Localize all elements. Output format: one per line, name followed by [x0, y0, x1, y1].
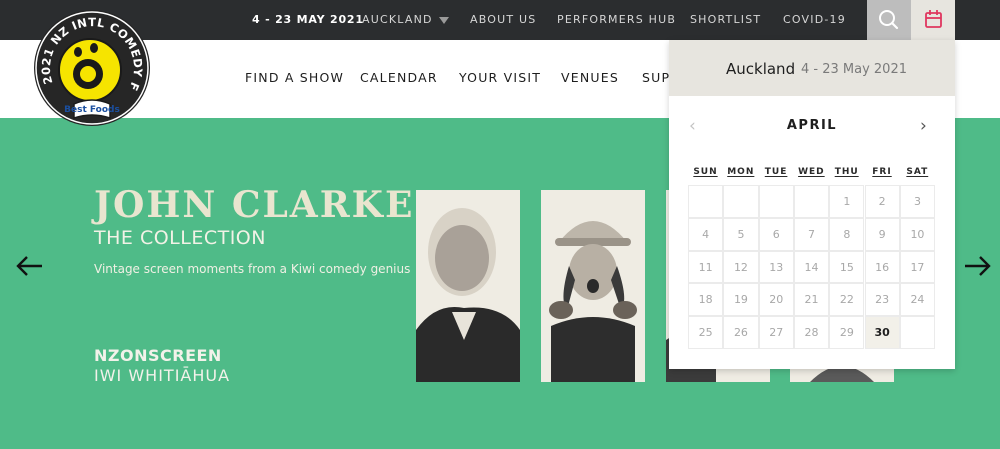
weekday-fri: FRI	[872, 167, 892, 177]
calendar-day-15[interactable]: 15	[829, 250, 865, 284]
festival-logo[interactable]: 2021 NZ INTL COMEDY FEST Best Foods	[26, 0, 154, 132]
hero-tagline: Vintage screen moments from a Kiwi comed…	[94, 262, 411, 276]
nav-covid[interactable]: COVID-19	[783, 0, 846, 40]
calendar-empty-cell	[793, 185, 830, 218]
calendar-day-30[interactable]: 30	[864, 316, 900, 349]
calendar-empty-cell	[688, 185, 724, 218]
weekday-sat: SAT	[906, 167, 929, 177]
calendar-day-5[interactable]: 5	[723, 217, 759, 251]
calendar-day-12[interactable]: 12	[723, 250, 759, 284]
calendar-day-19[interactable]: 19	[723, 283, 759, 317]
calendar-day-18[interactable]: 18	[688, 283, 724, 317]
calendar-day-29[interactable]: 29	[829, 316, 865, 349]
nav-about-us[interactable]: ABOUT US	[470, 0, 536, 40]
calendar-festival-dates: 4 - 23 May 2021	[801, 62, 907, 77]
weekday-thu: THU	[834, 167, 859, 177]
calendar-icon	[925, 10, 942, 28]
calendar-day-24[interactable]: 24	[899, 283, 936, 317]
nz-on-screen-logo: NZONSCREEN IWI WHITIĀHUA	[94, 346, 230, 385]
calendar-empty-cell	[723, 185, 759, 218]
weekday-mon: MON	[727, 167, 755, 177]
calendar-dropdown: Auckland 4 - 23 May 2021 ‹ APRIL › SUN MO…	[669, 40, 955, 369]
weekday-sun: SUN	[693, 167, 718, 177]
calendar-header: Auckland 4 - 23 May 2021	[669, 40, 955, 96]
hero-photo-portrait-1	[416, 190, 520, 382]
nav-venues[interactable]: VENUES	[561, 40, 619, 118]
calendar-day-16[interactable]: 16	[864, 250, 900, 284]
calendar-day-22[interactable]: 22	[829, 283, 865, 317]
calendar-day-2[interactable]: 2	[864, 185, 900, 218]
calendar-day-1[interactable]: 1	[829, 185, 865, 218]
nz-on-screen-line1: NZONSCREEN	[94, 346, 222, 365]
calendar-grid: 1 2 3 4 5 6 7 8 9 10 11 12 13 14 15 16 17 18 19 20 21 22 23 24 2…	[688, 185, 936, 349]
nav-shortlist[interactable]: SHORTLIST	[690, 0, 761, 40]
calendar-day-10[interactable]: 10	[899, 217, 936, 251]
slider-next-button[interactable]	[962, 251, 992, 281]
calendar-button[interactable]	[911, 0, 955, 40]
calendar-day-8[interactable]: 8	[829, 217, 865, 251]
calendar-day-3[interactable]: 3	[899, 185, 936, 218]
weekday-wed: WED	[798, 167, 825, 177]
calendar-day-4[interactable]: 4	[688, 217, 724, 251]
calendar-empty-cell	[758, 185, 794, 218]
calendar-day-7[interactable]: 7	[793, 217, 830, 251]
festival-dates: 4 - 23 MAY 2021	[252, 13, 364, 26]
nav-calendar[interactable]: CALENDAR	[360, 40, 438, 118]
city-label: AUCKLAND	[362, 13, 433, 26]
calendar-day-20[interactable]: 20	[758, 283, 794, 317]
calendar-empty-cell	[899, 316, 936, 349]
month-name: APRIL	[786, 118, 838, 133]
search-button[interactable]	[867, 0, 911, 40]
city-selector[interactable]: AUCKLAND	[362, 0, 449, 40]
hero-title: JOHN CLARKE	[94, 184, 415, 226]
calendar-day-26[interactable]: 26	[723, 316, 759, 349]
calendar-day-6[interactable]: 6	[758, 217, 794, 251]
calendar-day-13[interactable]: 13	[758, 250, 794, 284]
nav-your-visit[interactable]: YOUR VISIT	[459, 40, 541, 118]
next-month-button[interactable]: ›	[920, 116, 927, 136]
calendar-day-14[interactable]: 14	[793, 250, 830, 284]
calendar-day-21[interactable]: 21	[793, 283, 830, 317]
festival-logo-graphic: 2021 NZ INTL COMEDY FEST Best Foods	[26, 0, 150, 126]
hero-photo-portrait-2	[541, 190, 645, 382]
calendar-day-17[interactable]: 17	[899, 250, 936, 284]
chevron-down-icon	[438, 16, 449, 24]
nav-performers-hub[interactable]: PERFORMERS HUB	[557, 0, 676, 40]
weekday-tue: TUE	[764, 167, 788, 177]
arrow-right-icon	[965, 256, 991, 276]
chevron-right-icon: ›	[920, 116, 927, 136]
search-icon	[879, 10, 899, 30]
nz-on-screen-line2: IWI WHITIĀHUA	[94, 366, 231, 385]
logo-sponsor: Best Foods	[64, 105, 120, 115]
portrait-image-2	[541, 190, 645, 382]
calendar-day-25[interactable]: 25	[688, 316, 724, 349]
calendar-day-27[interactable]: 27	[758, 316, 794, 349]
calendar-day-9[interactable]: 9	[864, 217, 900, 251]
calendar-day-28[interactable]: 28	[793, 316, 830, 349]
portrait-image-1	[416, 190, 520, 382]
arrow-left-icon	[16, 256, 42, 276]
nav-find-a-show[interactable]: FIND A SHOW	[245, 40, 344, 118]
calendar-day-23[interactable]: 23	[864, 283, 900, 317]
month-navigation: ‹ APRIL ›	[669, 110, 955, 144]
calendar-day-11[interactable]: 11	[688, 250, 724, 284]
hero-subtitle: THE COLLECTION	[94, 227, 266, 249]
calendar-city: Auckland	[726, 60, 796, 78]
slider-prev-button[interactable]	[15, 251, 45, 281]
